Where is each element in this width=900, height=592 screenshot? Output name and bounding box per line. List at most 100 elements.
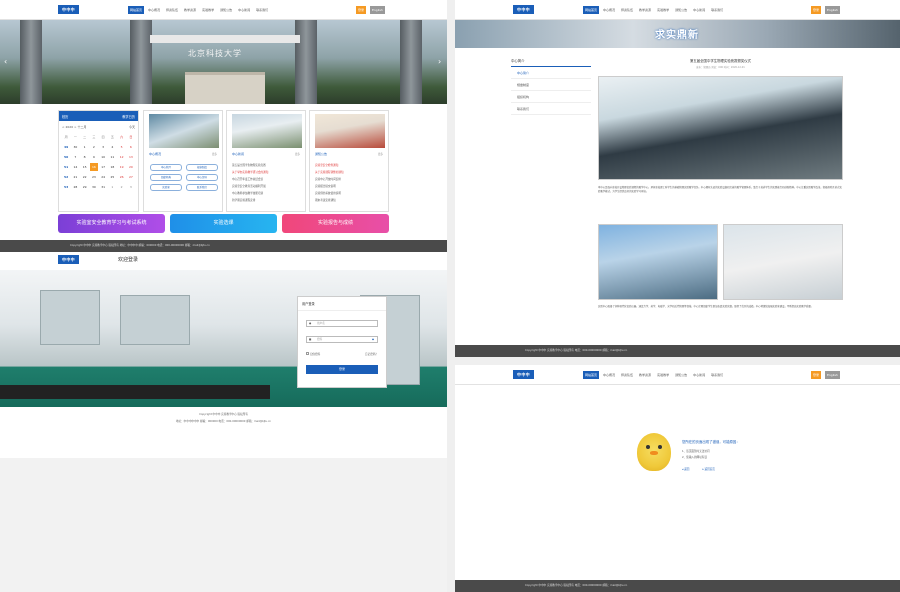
nav-item-about[interactable]: 中心概况 [601, 6, 617, 14]
password-field[interactable]: ■ 密码 ◆ [306, 336, 378, 343]
login-button[interactable]: 登录 [811, 6, 822, 14]
calendar-day[interactable]: 8 [81, 153, 89, 161]
sidebar-item-rules[interactable]: 规章制度 [511, 79, 591, 91]
site-logo[interactable]: 中中中 [513, 370, 534, 379]
calendar-day[interactable]: 25 [108, 173, 116, 181]
nav-item-news[interactable]: 中心新闻 [236, 6, 252, 14]
notice-item[interactable]: 期末考试安排通知 [315, 198, 387, 202]
nav-item-resources[interactable]: 教学资源 [637, 6, 653, 14]
home-link[interactable]: ⌂ 返回首页 [702, 467, 715, 471]
sidebar-item-org[interactable]: 组织机构 [511, 91, 591, 103]
overview-pill[interactable]: 中心领导 [186, 174, 218, 181]
calendar-day[interactable]: 11 [108, 153, 116, 161]
calendar-day[interactable]: 2 [118, 183, 126, 191]
notice-item[interactable]: 实验中心开放时间安排 [315, 177, 387, 181]
notice-item[interactable]: 实验报告提交说明 [315, 184, 387, 188]
notice-item[interactable]: 关于实验课程调整的通知 [315, 170, 387, 174]
nav-item-home[interactable]: 网站首页 [583, 6, 600, 14]
nav-item-contact[interactable]: 联系我们 [709, 371, 725, 379]
calendar-day[interactable]: 3 [99, 143, 107, 151]
calendar-day[interactable]: 1 [108, 183, 116, 191]
notice-more-link[interactable]: 更多 [378, 152, 383, 156]
calendar-day[interactable]: 6 [127, 143, 135, 151]
carousel-prev-icon[interactable]: ‹ [4, 57, 7, 66]
report-grade-banner[interactable]: 实验报告与成绩 [282, 214, 389, 233]
nav-item-resources[interactable]: 教学资源 [182, 6, 198, 14]
calendar-day[interactable]: 3 [127, 183, 135, 191]
sidebar-item-contact[interactable]: 联系我们 [511, 103, 591, 115]
eye-icon[interactable]: ◆ [372, 337, 374, 342]
nav-item-home[interactable]: 网站首页 [583, 371, 600, 379]
back-link[interactable]: ◂ 返回 [682, 467, 689, 471]
calendar-day[interactable]: 15 [81, 163, 89, 171]
safety-exam-banner[interactable]: 实验室安全教育学习与考试系统 [58, 214, 165, 233]
nav-item-faculty[interactable]: 师资队伍 [619, 371, 635, 379]
notice-item[interactable]: 实验预约系统使用说明 [315, 191, 387, 195]
overview-pill[interactable]: 联系我们 [186, 184, 218, 191]
nav-item-teaching[interactable]: 实验教学 [200, 6, 216, 14]
calendar-day[interactable]: 24 [99, 173, 107, 181]
username-field[interactable]: ● 用户名 [306, 320, 378, 327]
sidebar-item-intro[interactable]: 中心简介 [511, 67, 591, 79]
calendar-day[interactable]: 21 [71, 173, 79, 181]
notice-item[interactable]: 实验室安全检查通知 [315, 163, 387, 167]
calendar-day[interactable]: 30 [90, 183, 98, 191]
calendar-day[interactable]: 29 [81, 183, 89, 191]
overview-pill[interactable]: 实验室 [150, 184, 182, 191]
calendar-day[interactable]: 13 [127, 153, 135, 161]
overview-pill[interactable]: 规章制度 [186, 164, 218, 171]
calendar-day[interactable]: 18 [108, 163, 116, 171]
news-thumbnail[interactable] [232, 114, 302, 148]
nav-item-resources[interactable]: 教学资源 [637, 371, 653, 379]
course-selection-banner[interactable]: 实验选课 [170, 214, 277, 233]
nav-item-teaching[interactable]: 实验教学 [655, 6, 671, 14]
calendar-day[interactable]: 23 [90, 173, 98, 181]
checkbox-icon[interactable] [306, 352, 309, 355]
overview-more-link[interactable]: 更多 [212, 152, 217, 156]
nav-item-notices[interactable]: 通知公告 [673, 371, 689, 379]
login-submit-button[interactable]: 登录 [306, 365, 378, 374]
nav-item-faculty[interactable]: 师资队伍 [619, 6, 635, 14]
news-more-link[interactable]: 更多 [295, 152, 300, 156]
login-button[interactable]: 登录 [811, 371, 822, 379]
calendar-day[interactable]: 14 [71, 163, 79, 171]
language-button[interactable]: English [825, 6, 840, 14]
calendar-day[interactable]: 12 [118, 153, 126, 161]
login-button[interactable]: 登录 [356, 6, 367, 14]
calendar-day[interactable]: 17 [99, 163, 107, 171]
nav-item-news[interactable]: 中心新闻 [691, 6, 707, 14]
nav-item-contact[interactable]: 联系我们 [254, 6, 270, 14]
site-logo[interactable]: 中中中 [58, 5, 79, 14]
remember-checkbox[interactable]: 记住密码 [306, 352, 320, 356]
calendar-day[interactable]: 20 [127, 163, 135, 171]
nav-item-notices[interactable]: 通知公告 [673, 6, 689, 14]
news-item[interactable]: 第五届全国学生物理实验竞赛 [232, 163, 304, 167]
calendar-day[interactable]: 4 [108, 143, 116, 151]
nav-item-notices[interactable]: 通知公告 [218, 6, 234, 14]
overview-pill[interactable]: 组织机构 [150, 174, 182, 181]
notice-thumbnail[interactable] [315, 114, 385, 148]
calendar-day-selected[interactable]: 16 [89, 163, 98, 171]
calendar-day[interactable]: 27 [127, 173, 135, 181]
overview-pill[interactable]: 中心简介 [150, 164, 182, 171]
nav-item-about[interactable]: 中心概况 [601, 371, 617, 379]
nav-item-teaching[interactable]: 实验教学 [655, 371, 671, 379]
calendar-day[interactable]: 28 [71, 183, 79, 191]
calendar-day[interactable]: 31 [99, 183, 107, 191]
calendar-day[interactable]: 26 [118, 173, 126, 181]
overview-thumbnail[interactable] [149, 114, 219, 148]
calendar-day[interactable]: 10 [99, 153, 107, 161]
calendar-day[interactable]: 22 [81, 173, 89, 181]
news-item[interactable]: 关于举办实验教学研讨会的通知 [232, 170, 304, 174]
news-item[interactable]: 中心召开年度工作总结会议 [232, 177, 304, 181]
carousel-next-icon[interactable]: › [438, 57, 441, 66]
calendar-day[interactable]: 19 [118, 163, 126, 171]
nav-item-contact[interactable]: 联系我们 [709, 6, 725, 14]
news-item[interactable]: 新学期实验课程安排 [232, 198, 304, 202]
nav-item-faculty[interactable]: 师资队伍 [164, 6, 180, 14]
calendar-day[interactable]: 9 [90, 153, 98, 161]
nav-item-news[interactable]: 中心新闻 [691, 371, 707, 379]
calendar-day[interactable]: 7 [71, 153, 79, 161]
calendar-day[interactable]: 1 [81, 143, 89, 151]
calendar-day[interactable]: 5 [118, 143, 126, 151]
